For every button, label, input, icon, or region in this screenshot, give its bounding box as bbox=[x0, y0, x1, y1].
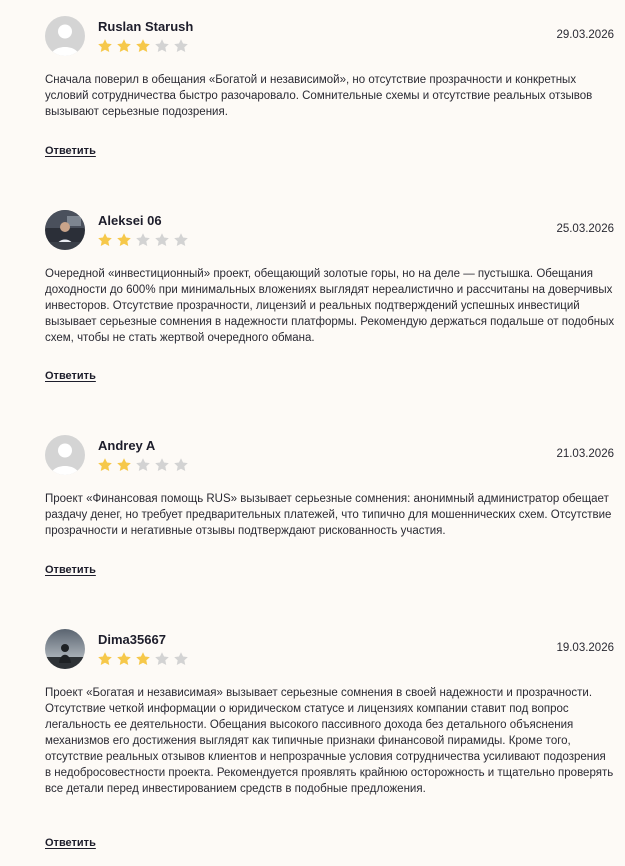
star-filled-icon bbox=[116, 38, 132, 54]
user-avatar bbox=[45, 629, 85, 669]
reply-link[interactable]: Ответить bbox=[45, 564, 96, 576]
star-filled-icon bbox=[97, 38, 113, 54]
review-text: Сначала поверил в обещания «Богатой и не… bbox=[45, 74, 593, 118]
user-avatar bbox=[45, 16, 85, 56]
star-empty-icon bbox=[154, 651, 170, 667]
star-filled-icon bbox=[116, 457, 132, 473]
review-author-name: Aleksei 06 bbox=[98, 213, 162, 228]
review-date: 29.03.2026 bbox=[556, 29, 614, 41]
review-date: 21.03.2026 bbox=[556, 448, 614, 460]
star-filled-icon bbox=[135, 38, 151, 54]
rating-stars bbox=[97, 232, 192, 248]
reply-link[interactable]: Ответить bbox=[45, 145, 96, 157]
star-empty-icon bbox=[154, 38, 170, 54]
star-filled-icon bbox=[97, 651, 113, 667]
star-filled-icon bbox=[116, 651, 132, 667]
star-filled-icon bbox=[97, 457, 113, 473]
review-text: Очередной «инвестиционный» проект, обеща… bbox=[45, 268, 615, 344]
review-date: 25.03.2026 bbox=[556, 223, 614, 235]
star-filled-icon bbox=[135, 651, 151, 667]
star-empty-icon bbox=[135, 457, 151, 473]
star-empty-icon bbox=[173, 38, 189, 54]
star-empty-icon bbox=[154, 457, 170, 473]
star-filled-icon bbox=[116, 232, 132, 248]
star-empty-icon bbox=[154, 232, 170, 248]
review-author-name: Dima35667 bbox=[98, 632, 166, 647]
review-author-name: Andrey A bbox=[98, 438, 156, 453]
rating-stars bbox=[97, 651, 192, 667]
user-avatar bbox=[45, 210, 85, 250]
star-empty-icon bbox=[173, 457, 189, 473]
reply-link[interactable]: Ответить bbox=[45, 837, 96, 849]
rating-stars bbox=[97, 38, 192, 54]
star-empty-icon bbox=[173, 232, 189, 248]
review-author-name: Ruslan Starush bbox=[98, 19, 194, 34]
review-date: 19.03.2026 bbox=[556, 642, 614, 654]
review-text: Проект «Богатая и независимая» вызывает … bbox=[45, 687, 614, 795]
user-avatar bbox=[45, 435, 85, 475]
review-text: Проект «Финансовая помощь RUS» вызывает … bbox=[45, 493, 612, 537]
star-filled-icon bbox=[97, 232, 113, 248]
reply-link[interactable]: Ответить bbox=[45, 370, 96, 382]
star-empty-icon bbox=[173, 651, 189, 667]
rating-stars bbox=[97, 457, 192, 473]
star-empty-icon bbox=[135, 232, 151, 248]
